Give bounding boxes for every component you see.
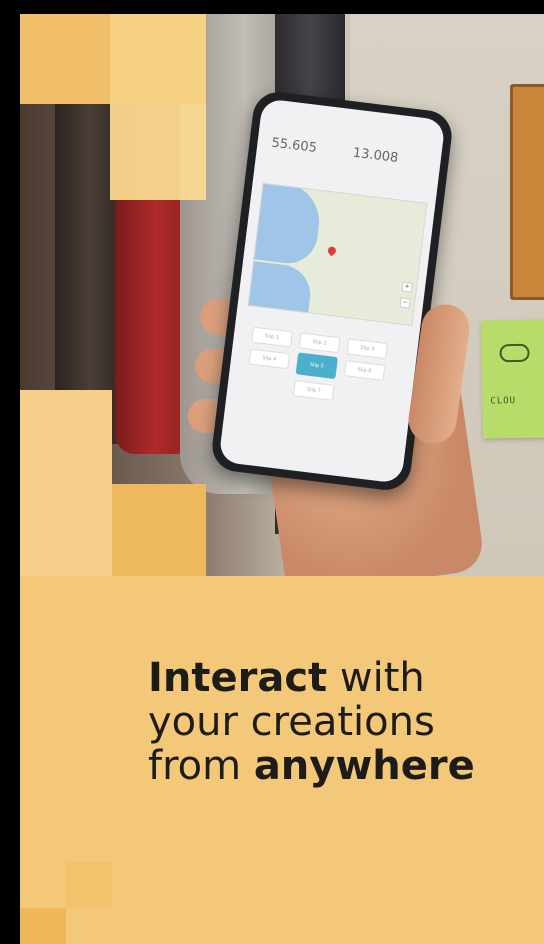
map-pin-icon: [326, 245, 338, 257]
tagline-line-1: Interact with: [148, 656, 538, 700]
control-button: Slip 4: [248, 348, 291, 370]
decorative-square: [110, 14, 206, 104]
sticky-note-text: CLOU: [490, 396, 517, 407]
control-button: Slip 1: [251, 326, 293, 348]
map-widget: + −: [247, 182, 428, 327]
sticky-note: CLOU: [480, 319, 544, 439]
stat-value-right: 13.008: [352, 145, 400, 167]
control-button: Slip 2: [298, 332, 341, 354]
control-button-active: Slip 5: [295, 352, 338, 380]
zoom-in-icon: +: [401, 281, 413, 293]
tagline-bold-word: Interact: [148, 655, 328, 701]
control-button: Slip 3: [346, 338, 389, 360]
stat-value-left: 55.605: [270, 135, 318, 157]
control-button: Slip 7: [292, 380, 335, 401]
control-button: Slip 6: [343, 360, 386, 381]
corkboard: [510, 84, 544, 300]
cloud-icon: [499, 343, 530, 363]
decorative-square: [110, 104, 206, 200]
decorative-square: [112, 484, 206, 576]
zoom-out-icon: −: [399, 297, 411, 309]
decorative-square: [20, 908, 66, 944]
tagline: Interact with your creations from anywhe…: [148, 656, 538, 788]
decorative-square: [20, 390, 112, 576]
promo-card: CLOU 55.605 13.008 + − Slip 1 Slip 2 Sli…: [20, 14, 544, 944]
tagline-text: with: [339, 655, 425, 701]
decorative-square: [66, 862, 112, 908]
tagline-text: from: [148, 743, 242, 789]
map-water: [247, 182, 324, 267]
map-water: [247, 261, 314, 327]
tagline-line-2: your creations: [148, 699, 435, 745]
tagline-bold-word: anywhere: [253, 743, 475, 789]
tagline-line-3: from anywhere: [148, 744, 538, 788]
decorative-square: [20, 14, 110, 104]
